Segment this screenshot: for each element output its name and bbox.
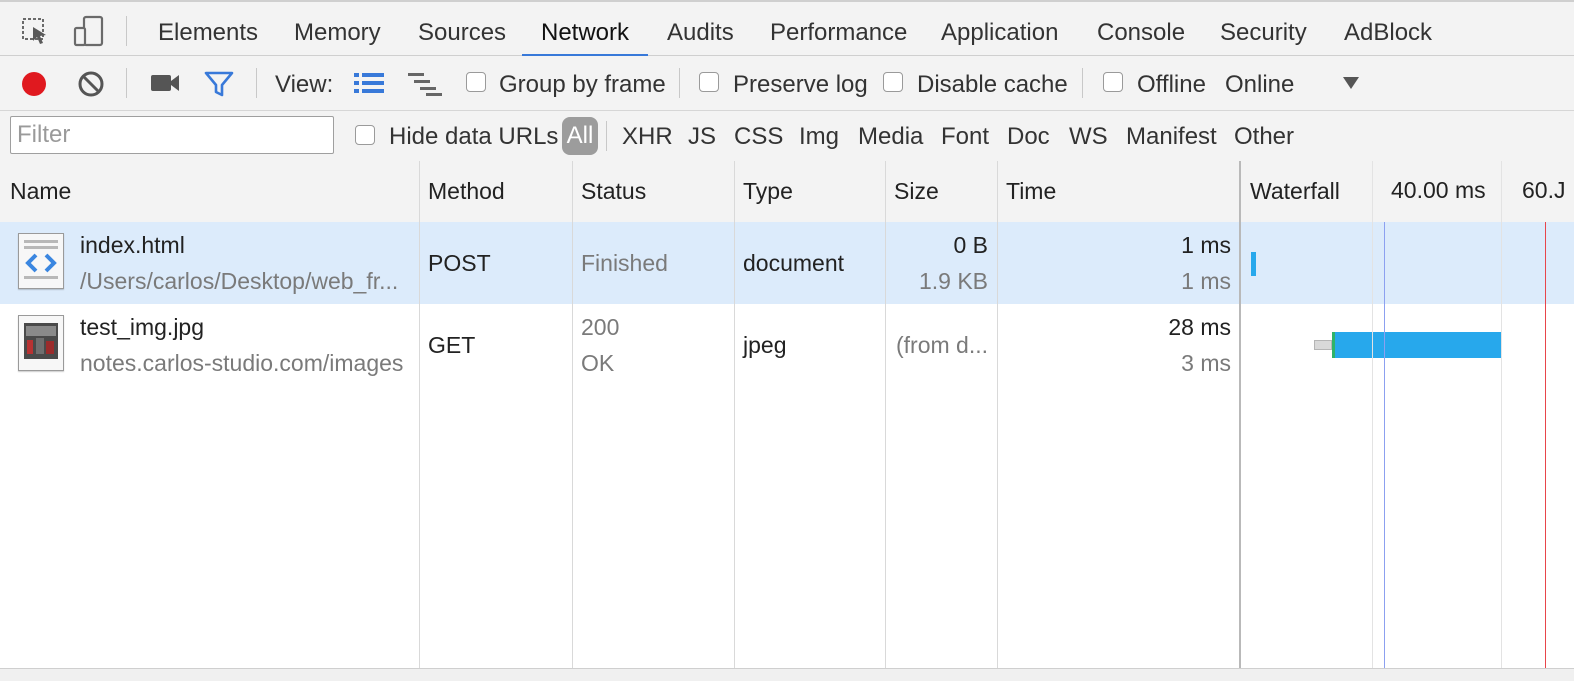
- record-icon[interactable]: [20, 70, 48, 98]
- preserve-log-label: Preserve log: [733, 71, 868, 98]
- request-latency: 3 ms: [1181, 350, 1231, 376]
- request-type: jpeg: [743, 332, 787, 358]
- column-header-status[interactable]: Status: [581, 161, 646, 222]
- request-method: GET: [428, 332, 476, 358]
- table-row[interactable]: index.html /Users/carlos/Desktop/web_fr.…: [0, 222, 1574, 304]
- column-divider[interactable]: [885, 161, 886, 680]
- type-filter-media[interactable]: Media: [858, 123, 923, 151]
- request-status: Finished: [581, 250, 668, 276]
- image-file-icon: [18, 315, 64, 371]
- type-filter-ws[interactable]: WS: [1069, 123, 1108, 151]
- request-type: document: [743, 250, 845, 276]
- request-size: (from d...: [895, 332, 988, 358]
- request-time: 1 ms: [1181, 232, 1231, 258]
- waterfall-bar: [1335, 332, 1502, 358]
- tab-adblock[interactable]: AdBlock: [1344, 2, 1432, 56]
- view-label: View:: [275, 71, 334, 98]
- disable-cache-checkbox[interactable]: [883, 72, 903, 92]
- request-resource-size: 1.9 KB: [918, 268, 988, 294]
- tab-console[interactable]: Console: [1097, 2, 1185, 56]
- column-header-name[interactable]: Name: [10, 161, 71, 222]
- capture-screenshots-icon[interactable]: [150, 72, 180, 94]
- waterfall-gridline: [1501, 161, 1502, 680]
- waterfall-bar: [1251, 252, 1256, 276]
- tab-sources[interactable]: Sources: [418, 2, 506, 56]
- large-rows-icon[interactable]: [354, 72, 384, 94]
- request-time: 28 ms: [1168, 314, 1231, 340]
- table-row[interactable]: test_img.jpg notes.carlos-studio.com/ima…: [0, 304, 1574, 386]
- group-by-frame-checkbox[interactable]: [466, 72, 486, 92]
- column-header-method[interactable]: Method: [428, 161, 505, 222]
- waterfall-tick-label: 40.00 ms: [1391, 177, 1486, 203]
- filter-bar: Hide data URLs All XHR JS CSS Img Media …: [0, 111, 1574, 162]
- network-toolbar: View: Group by frame Preserve log Disabl…: [0, 56, 1574, 111]
- column-header-size[interactable]: Size: [894, 161, 939, 222]
- request-name: index.html: [80, 232, 185, 258]
- waterfall-divider[interactable]: [1239, 161, 1241, 680]
- type-filter-font[interactable]: Font: [941, 123, 989, 151]
- hide-data-urls-label: Hide data URLs: [389, 123, 559, 150]
- html-file-icon: [18, 233, 64, 289]
- type-filter-manifest[interactable]: Manifest: [1126, 123, 1217, 151]
- type-filter-xhr[interactable]: XHR: [622, 123, 673, 151]
- filter-icon[interactable]: [204, 70, 234, 98]
- column-header-waterfall[interactable]: Waterfall: [1250, 161, 1340, 222]
- throttling-select[interactable]: Online: [1225, 71, 1294, 99]
- request-path: /Users/carlos/Desktop/web_fr...: [80, 268, 399, 294]
- tab-memory[interactable]: Memory: [294, 2, 381, 56]
- tab-network[interactable]: Network: [541, 2, 629, 56]
- column-divider[interactable]: [419, 161, 420, 680]
- waterfall-queue-bar: [1314, 340, 1332, 350]
- overview-icon[interactable]: [408, 72, 442, 96]
- tab-elements[interactable]: Elements: [158, 2, 258, 56]
- request-status-text: OK: [581, 350, 615, 376]
- preserve-log-checkbox[interactable]: [699, 72, 719, 92]
- device-toolbar-icon[interactable]: [72, 14, 106, 48]
- hide-data-urls-checkbox[interactable]: [355, 125, 375, 145]
- tab-audits[interactable]: Audits: [667, 2, 734, 56]
- waterfall-tick-label: 60.J: [1522, 177, 1566, 203]
- type-filter-other[interactable]: Other: [1234, 123, 1294, 151]
- inspect-element-icon[interactable]: [20, 16, 50, 46]
- request-size: 0 B: [953, 232, 988, 258]
- request-method: POST: [428, 250, 491, 276]
- type-filter-js[interactable]: JS: [688, 123, 716, 151]
- tab-security[interactable]: Security: [1220, 2, 1307, 56]
- column-divider[interactable]: [997, 161, 998, 680]
- column-divider[interactable]: [734, 161, 735, 680]
- dom-content-loaded-line: [1384, 222, 1385, 668]
- filter-input[interactable]: [10, 116, 334, 154]
- clear-icon[interactable]: [77, 70, 105, 98]
- request-table-header: Name Method Status Type Size Time Waterf…: [0, 161, 1574, 223]
- offline-checkbox[interactable]: [1103, 72, 1123, 92]
- tab-performance[interactable]: Performance: [770, 2, 907, 56]
- column-divider[interactable]: [572, 161, 573, 680]
- devtools-tab-bar: Elements Memory Sources Network Audits P…: [0, 0, 1574, 57]
- type-filter-all[interactable]: All: [562, 117, 598, 155]
- request-name: test_img.jpg: [80, 314, 205, 340]
- waterfall-gridline: [1372, 161, 1373, 680]
- tab-application[interactable]: Application: [941, 2, 1058, 56]
- request-status: 200: [581, 314, 620, 340]
- request-path: notes.carlos-studio.com/images: [80, 350, 404, 376]
- type-filter-img[interactable]: Img: [799, 123, 839, 151]
- type-filter-doc[interactable]: Doc: [1007, 123, 1050, 151]
- column-header-time[interactable]: Time: [1006, 161, 1056, 222]
- disable-cache-label: Disable cache: [917, 71, 1068, 98]
- column-header-type[interactable]: Type: [743, 161, 793, 222]
- status-bar: [0, 668, 1574, 681]
- type-filter-css[interactable]: CSS: [734, 123, 783, 151]
- chevron-down-icon[interactable]: [1342, 76, 1360, 90]
- load-event-line: [1545, 222, 1546, 668]
- offline-label: Offline: [1137, 71, 1206, 98]
- request-latency: 1 ms: [1181, 268, 1231, 294]
- group-by-frame-label: Group by frame: [499, 71, 666, 98]
